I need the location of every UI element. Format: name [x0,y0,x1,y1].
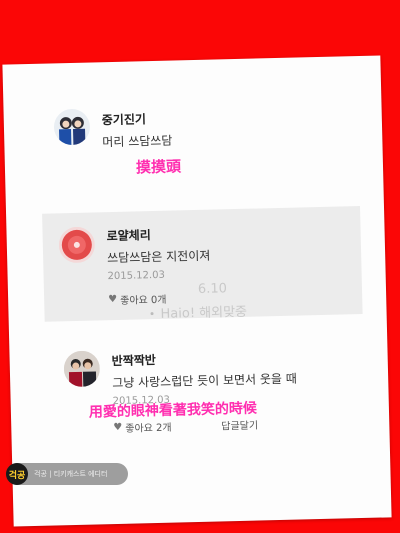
watermark-logo: 걱공 [6,463,28,485]
reply-button[interactable]: 답글달기 [221,417,258,433]
avatar[interactable] [53,108,91,146]
reply-label: 답글달기 [221,420,259,433]
ghost-text-1: 6.10 [197,281,228,297]
ghost-text-2: Haio! 해외맞중 [160,304,248,322]
watermark-text: 걱공 | 티키캐스트 에디터 [34,470,108,478]
comment-author[interactable]: 중기진기 [102,110,147,128]
like-button[interactable]: ♥ 좋아요 2개 [113,419,172,435]
comment-text: 그냥 사랑스럽단 듯이 보면서 웃을 때 [112,371,298,391]
avatar-photo-icon [53,108,91,146]
like-count: 좋아요 2개 [125,422,172,435]
heart-icon: ♥ [108,293,118,306]
comment-date: 2015.12.03 [107,269,166,283]
heart-icon: ♥ [113,421,123,434]
comment-author[interactable]: 반짝짝반 [111,351,157,369]
watermark: 걱공 걱공 | 티키캐스트 에디터 [6,463,128,485]
subtitle-caption: 摸摸頭 [135,157,182,177]
like-button[interactable]: ♥ 좋아요 0개 [108,291,167,307]
avatar-photo-icon [63,350,101,388]
ghost-bullet [150,312,154,316]
comment-author[interactable]: 로얄체리 [106,226,151,244]
like-count: 좋아요 0개 [120,294,167,307]
comment-card: 6.10 Haio! 해외맞중 중기진기 머리 쓰담쓰담 摸摸頭 로얄체리 쓰담… [2,55,392,527]
comment-text: 쓰담쓰담은 지전이져 [107,248,211,266]
avatar[interactable] [63,350,101,388]
comment-text: 머리 쓰담쓰담 [102,133,173,150]
